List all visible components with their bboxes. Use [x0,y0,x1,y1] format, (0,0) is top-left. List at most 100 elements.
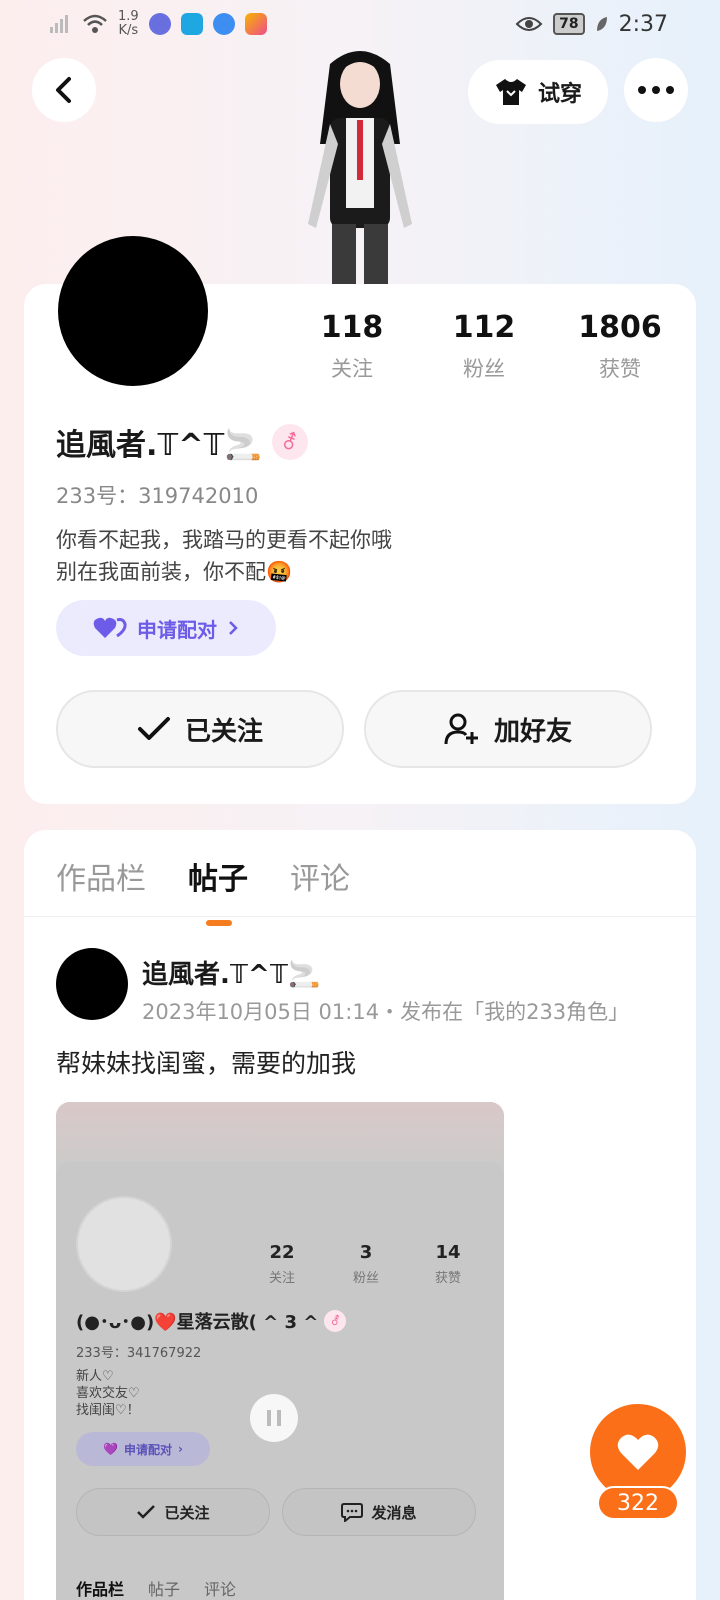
image-bio-line: 新人♡ [76,1369,114,1384]
user-id: 233号：319742010 [56,484,259,508]
bio-line: 你看不起我，我踏马的更看不起你哦 [56,528,392,552]
stat-value: 118 [320,310,384,345]
signal-icon [50,15,68,33]
bio-line: 别在我面前装，你不配🤬 [56,560,293,584]
image-stat: 22 关注 [242,1242,322,1286]
image-nickname-text: (●･ᴗ･●)❤️星落云散( ^ 3 ^ [76,1312,319,1333]
image-bio-line: 喜欢交友♡ [76,1386,140,1401]
character-avatar-figure [308,51,412,284]
stat-likes[interactable]: 1806 获赞 [560,310,680,383]
eye-icon [515,17,543,31]
image-bio-line: 找闺闺♡！ [76,1403,140,1418]
add-friend-button[interactable]: 加好友 [364,690,652,768]
image-stat: 3 粉丝 [326,1242,406,1286]
network-speed: 1.9 K/s [118,9,139,38]
hearts-icon [93,617,127,638]
image-followed-label: 已关注 [164,1503,210,1522]
more-dots-icon [638,86,674,94]
image-stat-label: 关注 [268,1271,295,1286]
image-bio: 新人♡ 喜欢交友♡ 找闺闺♡！ [76,1368,140,1419]
image-tab: 评论 [204,1580,237,1599]
image-message-button: 发消息 [282,1488,476,1536]
active-tab-indicator [206,920,232,926]
status-left: 1.9 K/s [48,10,267,38]
image-user-id: 233号：341767922 [76,1346,202,1361]
image-tabs: 作品栏 帖子 评论 [76,1576,236,1600]
music-app-icon [148,13,171,35]
pause-button[interactable] [250,1394,298,1442]
stat-followers[interactable]: 112 粉丝 [424,310,544,383]
stat-value: 112 [452,310,516,345]
nickname-text: 追風者.𝕋^𝕋🚬 [56,428,262,463]
tab-posts-label: 帖子 [188,862,248,897]
battery-indicator: 78 [553,13,585,35]
heart-icon [617,1434,659,1470]
stat-value: 1806 [578,310,662,345]
status-right: 78 2:37 [515,12,668,37]
tshirt-icon [495,79,526,105]
add-user-icon [444,713,478,745]
image-stat-value: 14 [435,1242,461,1263]
try-on-label: 试穿 [537,82,582,107]
image-stat-label: 获赞 [434,1271,461,1286]
divider [24,916,696,917]
like-count: 322 [597,1486,679,1520]
gender-female-icon: ⚦ [271,424,308,460]
post-text[interactable]: 帮妹妹找闺蜜，需要的加我 [56,1044,356,1080]
post-author-avatar[interactable] [56,948,128,1020]
image-avatar [76,1196,172,1292]
chevron-right-icon [229,621,238,635]
more-options-button[interactable] [624,58,688,122]
image-message-label: 发消息 [371,1503,417,1522]
store-app-icon [244,13,267,35]
profile-card: 118 关注 112 粉丝 1806 获赞 追風者.𝕋^𝕋🚬 ⚦ 233号：31… [24,236,696,804]
profile-nickname: 追風者.𝕋^𝕋🚬 ⚦ [56,420,308,464]
tab-works[interactable]: 作品栏 [56,854,146,898]
image-profile-card: 22 关注 3 粉丝 14 获赞 (●･ᴗ･●)❤️星落云散( ^ 3 ^ ⚦ … [56,1162,504,1600]
pause-icon [267,1410,281,1426]
image-stat-value: 3 [359,1242,373,1263]
content-tabs: 作品栏 帖子 评论 [56,854,350,926]
clock: 2:37 [618,11,668,37]
image-followed-button: 已关注 [76,1488,270,1536]
image-chat-icon [341,1503,364,1522]
image-pair-button: 💜 申请配对 › [76,1432,210,1466]
check-icon [137,717,170,740]
image-stat: 14 获赞 [408,1242,488,1286]
image-check-icon [137,1505,156,1519]
status-bar: 1.9 K/s 78 2:37 [0,0,720,48]
followed-label: 已关注 [184,716,263,747]
request-pair-button[interactable]: 申请配对 [56,600,276,656]
stat-label: 关注 [331,357,373,381]
book-app-icon [180,13,203,35]
content-card: 作品栏 帖子 评论 追風者.𝕋^𝕋🚬 2023年10月05日 01:14・发布在… [24,830,696,1600]
followed-button[interactable]: 已关注 [56,690,344,768]
image-tab: 帖子 [148,1580,181,1599]
chevron-left-icon [56,77,71,103]
image-stat-label: 粉丝 [352,1271,379,1286]
request-pair-label: 申请配对 [137,617,217,642]
image-tab: 作品栏 [76,1580,125,1599]
post-meta: 2023年10月05日 01:14・发布在「我的233角色」 [142,1000,630,1024]
profile-bio: 你看不起我，我踏马的更看不起你哦 别在我面前装，你不配🤬 [56,524,392,588]
stat-label: 获赞 [599,357,641,381]
try-on-button[interactable]: 试穿 [468,60,608,124]
post-image[interactable]: 22 关注 3 粉丝 14 获赞 (●･ᴗ･●)❤️星落云散( ^ 3 ^ ⚦ … [56,1102,504,1600]
image-nickname: (●･ᴗ･●)❤️星落云散( ^ 3 ^ ⚦ [76,1308,347,1334]
leaf-icon [596,17,607,31]
browser-app-icon [212,13,235,35]
tab-comments[interactable]: 评论 [290,854,350,898]
post-author-name[interactable]: 追風者.𝕋^𝕋🚬 [142,954,320,991]
image-gender-icon: ⚦ [324,1310,347,1332]
stat-following[interactable]: 118 关注 [292,310,412,383]
back-button[interactable] [32,58,96,122]
tab-posts[interactable]: 帖子 [188,854,248,926]
image-stat-value: 22 [269,1242,295,1263]
avatar[interactable] [58,236,208,386]
image-hearts-icon: 💜 [103,1442,118,1456]
image-chevron-icon: › [178,1442,183,1456]
image-pair-label: 申请配对 [123,1442,172,1457]
add-friend-label: 加好友 [493,716,572,747]
wifi-icon [83,14,107,33]
stat-label: 粉丝 [463,357,505,381]
